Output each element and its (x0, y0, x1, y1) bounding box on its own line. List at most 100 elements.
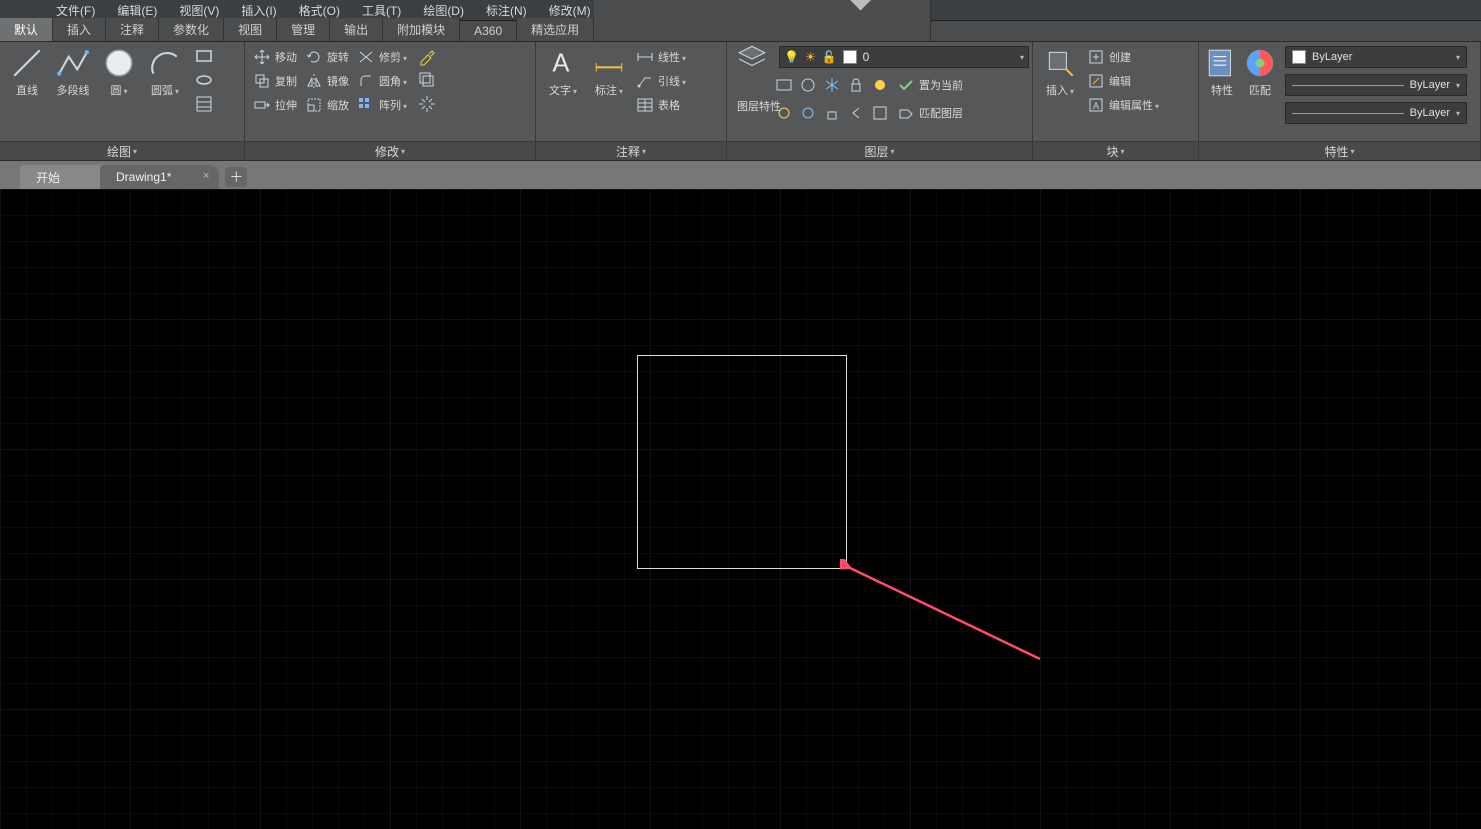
ribbon-tab-annotate[interactable]: 注释 (106, 18, 159, 41)
menu-tools[interactable]: 工具(T) (362, 2, 401, 19)
tool-array[interactable]: 阵列 (355, 94, 409, 116)
file-tab-drawing1[interactable]: Drawing1*× (100, 165, 219, 189)
tool-line[interactable]: 直线 (6, 46, 48, 98)
layer-state-icon[interactable] (775, 76, 793, 94)
tool-fillet[interactable]: 圆角 (355, 70, 409, 92)
linetype-dropdown[interactable]: ByLayer▾ (1285, 102, 1467, 124)
block-edit-icon (1087, 72, 1105, 90)
ribbon-tab-manage[interactable]: 管理 (277, 18, 330, 41)
panel-title-layers[interactable]: 图层▾ (727, 141, 1032, 160)
ribbon-tab-insert[interactable]: 插入 (53, 18, 106, 41)
layer-prev-icon[interactable] (847, 104, 865, 122)
tool-layer-properties[interactable] (733, 40, 771, 74)
tool-match-properties[interactable]: 匹配 (1243, 46, 1277, 98)
line-icon (10, 46, 44, 80)
tool-block-insert[interactable]: 插入 (1039, 46, 1081, 98)
menu-edit[interactable]: 编辑(E) (117, 2, 157, 19)
color-dropdown[interactable]: ByLayer▾ (1285, 46, 1467, 68)
panel-title-properties[interactable]: 特性▾ (1199, 141, 1480, 160)
layer-off-icon[interactable] (871, 76, 889, 94)
tool-copy[interactable]: 复制 (251, 70, 299, 92)
sun-icon: ☀ (805, 50, 816, 64)
tool-properties[interactable]: 特性 (1205, 46, 1239, 98)
panel-title-annotation[interactable]: 注释▾ (536, 141, 726, 160)
eyedropper-icon[interactable] (417, 46, 437, 66)
svg-text:A: A (1093, 101, 1099, 111)
ribbon-tab-output[interactable]: 输出 (330, 18, 383, 41)
tool-trim[interactable]: 修剪 (355, 46, 409, 68)
layer-freeze-icon[interactable] (823, 76, 841, 94)
ribbon: 直线 多段线 圆 圆弧 绘图▾ 移动 (0, 42, 1481, 161)
ribbon-tab-parametric[interactable]: 参数化 (159, 18, 224, 41)
panel-title-block[interactable]: 块▾ (1033, 141, 1198, 160)
lineweight-preview (1292, 85, 1404, 86)
panel-properties: 特性 匹配 ByLayer▾ ByLayer▾ ByLayer▾ 特性▾ (1199, 42, 1481, 160)
trim-icon (357, 48, 375, 66)
drawn-rectangle[interactable] (637, 355, 847, 569)
layer-thaw-icon[interactable] (799, 104, 817, 122)
tool-polyline[interactable]: 多段线 (52, 46, 94, 98)
layer-properties-label: 图层特性 (737, 98, 781, 114)
tool-arc[interactable]: 圆弧 (144, 46, 186, 98)
file-tab-bar: 开始 Drawing1*× ＋ (0, 161, 1481, 189)
new-tab-button[interactable]: ＋ (225, 167, 247, 187)
offset-icon[interactable] (417, 70, 437, 90)
layer-dropdown[interactable]: 💡 ☀ 🔓 0 ▾ (779, 46, 1029, 68)
annotation-arrow (840, 559, 1070, 679)
lineweight-dropdown[interactable]: ByLayer▾ (1285, 74, 1467, 96)
menu-modify[interactable]: 修改(M) (549, 2, 591, 19)
layer-unlock-icon[interactable] (823, 104, 841, 122)
drawing-canvas[interactable] (0, 189, 1481, 829)
layer-lock-icon[interactable] (847, 76, 865, 94)
ribbon-tab-default[interactable]: 默认 (0, 18, 53, 41)
layer-current-name: 0 (863, 50, 870, 64)
menu-view[interactable]: 视图(V) (179, 2, 219, 19)
ribbon-tab-search[interactable]: ▾ (594, 0, 931, 41)
ribbon-tab-view[interactable]: 视图 (224, 18, 277, 41)
explode-icon[interactable] (417, 94, 437, 114)
layer-walk-icon[interactable] (871, 104, 889, 122)
menu-dim[interactable]: 标注(N) (486, 2, 527, 19)
block-create-icon (1087, 48, 1105, 66)
tool-block-create[interactable]: 创建 (1085, 46, 1161, 68)
tool-circle[interactable]: 圆 (98, 46, 140, 98)
ribbon-tab-a360[interactable]: A360 (460, 21, 517, 41)
close-icon[interactable]: × (203, 170, 209, 182)
tool-leader[interactable]: 引线 (634, 70, 688, 92)
tool-scale[interactable]: 缩放 (303, 94, 351, 116)
tool-match-layer[interactable]: 匹配图层 (895, 102, 965, 124)
tool-linear[interactable]: 线性 (634, 46, 688, 68)
panel-modify: 移动 复制 拉伸 旋转 镜像 缩放 修剪 圆角 阵列 修改▾ (245, 42, 536, 160)
fillet-icon (357, 72, 375, 90)
menu-insert[interactable]: 插入(I) (241, 2, 276, 19)
tool-table[interactable]: 表格 (634, 94, 688, 116)
ellipse-icon[interactable] (194, 70, 214, 90)
tool-text[interactable]: A 文字 (542, 46, 584, 98)
array-icon (357, 96, 375, 114)
tool-rotate[interactable]: 旋转 (303, 46, 351, 68)
dimension-icon (592, 46, 626, 80)
menu-format[interactable]: 格式(O) (299, 2, 340, 19)
menu-file[interactable]: 文件(F) (56, 2, 95, 19)
panel-title-modify[interactable]: 修改▾ (245, 141, 535, 160)
tool-stretch[interactable]: 拉伸 (251, 94, 299, 116)
menu-draw[interactable]: 绘图(D) (423, 2, 464, 19)
tool-mirror[interactable]: 镜像 (303, 70, 351, 92)
hatch-icon[interactable] (194, 94, 214, 114)
tool-block-edit-attr[interactable]: A编辑属性 (1085, 94, 1161, 116)
tool-dimension[interactable]: 标注 (588, 46, 630, 98)
table-icon (636, 96, 654, 114)
file-tab-start[interactable]: 开始 (20, 165, 108, 189)
scale-icon (305, 96, 323, 114)
tool-block-edit[interactable]: 编辑 (1085, 70, 1161, 92)
tool-make-current[interactable]: 置为当前 (895, 74, 965, 96)
panel-annotation: A 文字 标注 线性 引线 表格 注释▾ (536, 42, 727, 160)
panel-title-draw[interactable]: 绘图▾ (0, 141, 244, 160)
color-swatch (1292, 50, 1306, 64)
layer-iso-icon[interactable] (799, 76, 817, 94)
rectangle-icon[interactable] (194, 46, 214, 66)
ribbon-tab-addins[interactable]: 附加模块 (383, 18, 460, 41)
tool-move[interactable]: 移动 (251, 46, 299, 68)
ribbon-tab-featured[interactable]: 精选应用 (517, 18, 594, 41)
lock-icon: 🔓 (822, 50, 837, 64)
